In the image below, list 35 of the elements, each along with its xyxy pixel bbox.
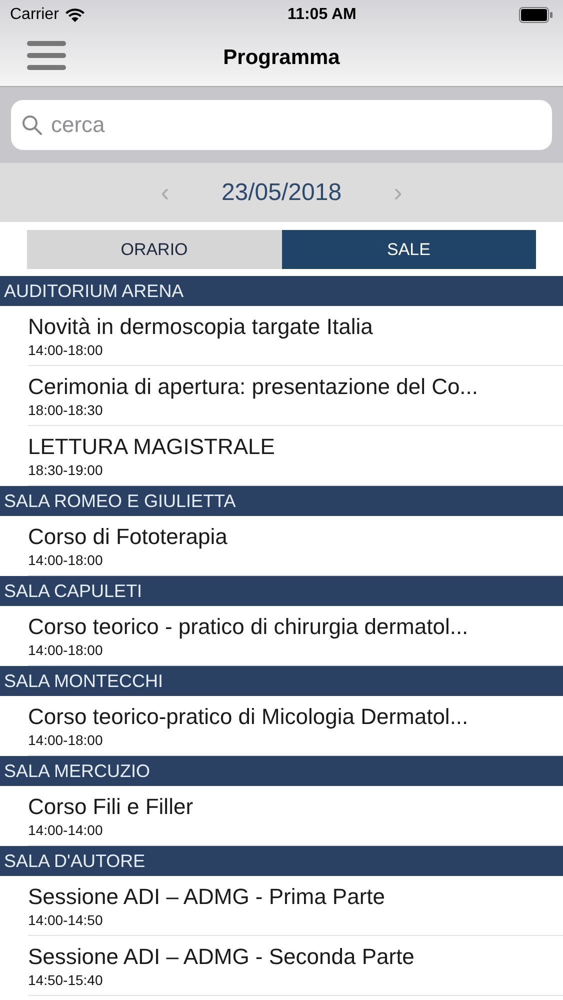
section-header: AUDITORIUM ARENA — [0, 276, 563, 306]
section-header: SALA MONTECCHI — [0, 666, 563, 696]
session-title[interactable]: Corso teorico-pratico di Micologia Dermatol... — [28, 704, 563, 730]
session-time: 14:00-18:00 — [28, 342, 104, 358]
battery-icon — [518, 7, 553, 23]
session-time: 14:00-18:00 — [28, 732, 104, 748]
search-field[interactable]: cerca — [11, 100, 552, 150]
session-title[interactable]: LETTURA MAGISTRALE — [28, 434, 563, 460]
session-title[interactable]: Corso di Fototerapia — [28, 524, 563, 550]
clock-time: 11:05 AM — [288, 6, 356, 24]
session-title[interactable]: Corso teorico - pratico di chirurgia dermatol... — [28, 614, 563, 640]
section-header: SALA CAPULETI — [0, 576, 563, 606]
session-time: 14:00-14:50 — [28, 912, 104, 928]
session-title[interactable]: Cerimonia di apertura: presentazione del Co... — [28, 374, 563, 400]
section-header: SALA ROMEO E GIULIETTA — [0, 486, 563, 516]
session-title[interactable]: Sessione ADI – ADMG - Seconda Parte — [28, 944, 563, 970]
session-time: 14:00-18:00 — [28, 552, 104, 568]
session-time: 14:50-15:40 — [28, 972, 104, 988]
section-header: SALA D'AUTORE — [0, 846, 563, 876]
session-time: 18:30-19:00 — [28, 462, 104, 478]
carrier-label: Carrier — [10, 6, 59, 24]
session-time: 18:00-18:30 — [28, 402, 104, 418]
session-time: 14:00-18:00 — [28, 642, 104, 658]
session-title[interactable]: Corso Fili e Filler — [28, 794, 563, 820]
section-header: SALA MERCUZIO — [0, 756, 563, 786]
search-icon — [22, 115, 42, 135]
session-title[interactable]: Novità in dermoscopia targate Italia — [28, 314, 563, 340]
segment-tab[interactable]: ORARIO — [27, 230, 282, 269]
menu-icon[interactable] — [27, 41, 66, 70]
wifi-icon — [64, 8, 85, 22]
date-label: 23/05/2018 — [221, 178, 342, 206]
session-title[interactable]: Sessione ADI – ADMG - Prima Parte — [28, 884, 563, 910]
segment-tab[interactable]: SALE — [282, 230, 536, 269]
screen-title: Programma — [223, 46, 340, 70]
session-time: 14:00-14:00 — [28, 822, 104, 838]
